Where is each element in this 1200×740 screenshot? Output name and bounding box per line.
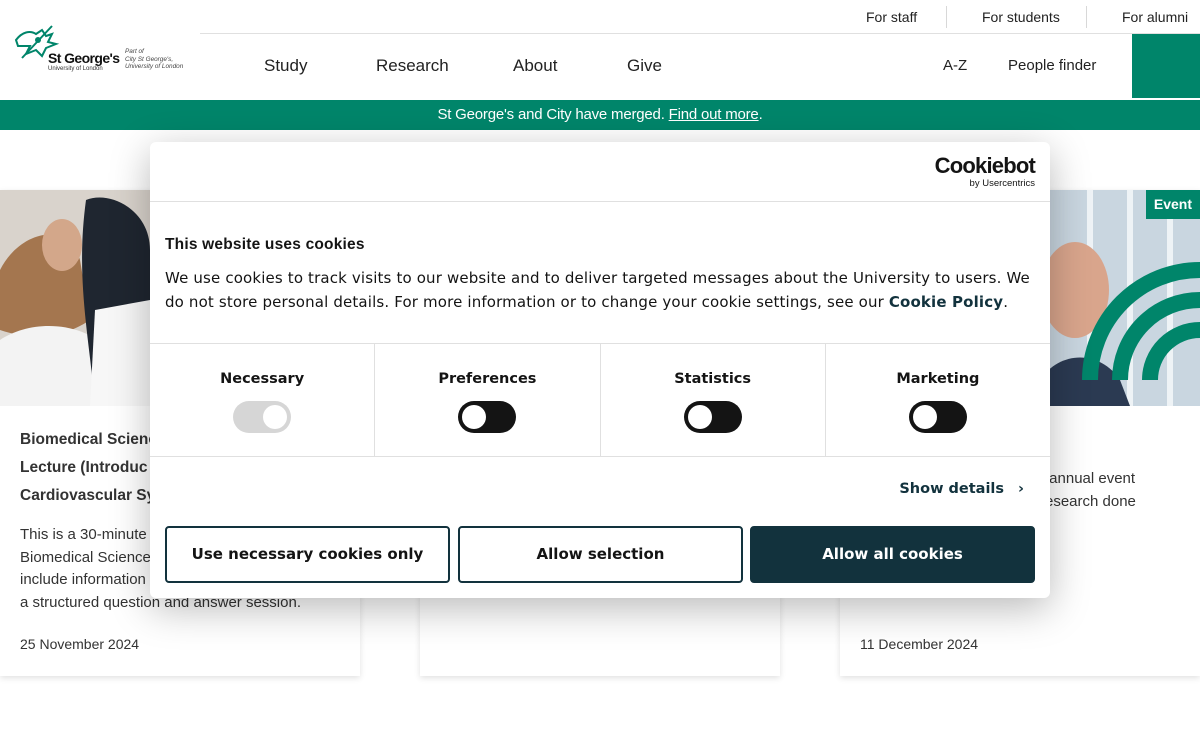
necessary-only-button[interactable]: Use necessary cookies only (165, 526, 450, 583)
part-of-line: City St George's, (125, 55, 174, 63)
statistics-toggle[interactable] (683, 401, 742, 433)
nav-people-finder[interactable]: People finder (1008, 57, 1096, 74)
search-toggle-button[interactable] (1132, 34, 1200, 98)
card-title-line: Cardiovascular Sy (20, 487, 156, 504)
part-of-line: University of London (125, 63, 184, 70)
show-details-link[interactable]: Show details › (899, 481, 1024, 497)
nav-give[interactable]: Give (627, 56, 662, 76)
cookie-policy-link[interactable]: Cookie Policy (889, 293, 1003, 311)
category-necessary: Necessary (150, 344, 376, 456)
utility-separator (946, 6, 947, 28)
card-title-line: Biomedical Science (20, 431, 160, 448)
site-logo[interactable]: St George's University of London Part of… (12, 22, 192, 78)
logo-subtitle: University of London (48, 66, 103, 72)
toggle-knob (912, 405, 937, 429)
card-date: 25 November 2024 (20, 636, 140, 652)
logo-part-of: Part of City St George's, University of … (125, 48, 195, 71)
card-date: 11 December 2024 (860, 636, 979, 652)
for-students-link[interactable]: For students (982, 0, 1060, 34)
card-title[interactable]: Biomedical Science Lecture (Introduc Car… (20, 426, 160, 510)
banner-end: . (758, 106, 763, 123)
category-preferences: Preferences (375, 344, 601, 456)
cookiebot-byline: by Usercentrics (969, 178, 1035, 189)
nav-research[interactable]: Research (376, 56, 449, 76)
category-label: Statistics (674, 371, 752, 387)
banner-find-out-more-link[interactable]: Find out more (669, 106, 759, 123)
allow-selection-button[interactable]: Allow selection (458, 526, 743, 583)
logo-brand: St George's (48, 50, 120, 66)
toggle-knob (462, 405, 487, 429)
cookiebot-wordmark: Cookiebot (934, 153, 1036, 178)
dialog-body-end: . (1003, 293, 1009, 311)
category-statistics: Statistics (601, 344, 826, 456)
toggle-knob (263, 405, 288, 429)
allow-all-button[interactable]: Allow all cookies (750, 526, 1035, 583)
marketing-toggle[interactable] (908, 401, 967, 433)
nav-about[interactable]: About (513, 56, 557, 76)
toggle-knob (687, 405, 712, 429)
card-title-line: Lecture (Introduc (20, 459, 148, 476)
banner-text: St George's and City have merged. (437, 106, 665, 123)
category-marketing: Marketing (826, 344, 1050, 456)
nav-a-z[interactable]: A-Z (943, 57, 967, 74)
event-badge: Event (1145, 190, 1200, 219)
header-divider (200, 33, 1200, 34)
part-of-line: Part of (125, 48, 144, 55)
cookie-category-toggles: Necessary Preferences Statistics Marketi… (150, 343, 1050, 457)
utility-separator (1086, 6, 1087, 28)
cookiebot-logo[interactable]: Cookiebot by Usercentrics (934, 153, 1036, 190)
preferences-toggle[interactable] (458, 401, 517, 433)
chevron-right-icon: › (1018, 481, 1024, 497)
dialog-header: Cookiebot by Usercentrics (150, 142, 1050, 202)
for-alumni-link[interactable]: For alumni (1122, 0, 1188, 34)
cookie-consent-dialog: Cookiebot by Usercentrics This website u… (150, 142, 1050, 598)
category-label: Preferences (438, 371, 537, 387)
show-details-label: Show details (899, 481, 1005, 497)
dialog-body: We use cookies to track visits to our we… (165, 266, 1035, 314)
for-staff-link[interactable]: For staff (866, 0, 917, 34)
merger-banner: St George's and City have merged. Find o… (0, 100, 1200, 130)
category-label: Necessary (220, 371, 305, 387)
dialog-title: This website uses cookies (165, 236, 365, 253)
nav-study[interactable]: Study (264, 56, 307, 76)
category-label: Marketing (896, 371, 980, 387)
necessary-toggle (233, 401, 292, 433)
